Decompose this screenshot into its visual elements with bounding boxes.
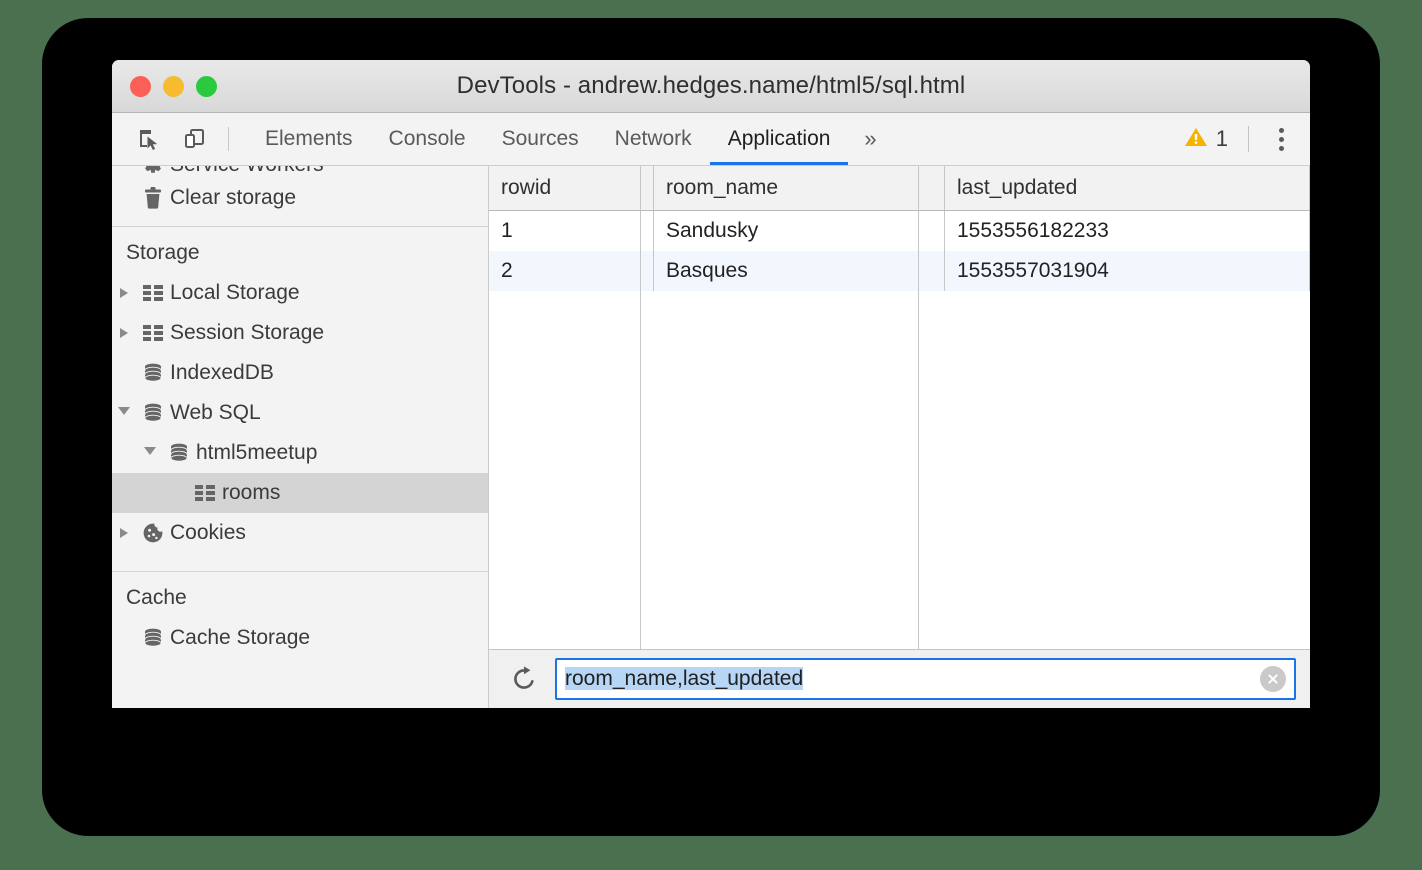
database-icon bbox=[136, 628, 170, 648]
sidebar-item-label: IndexedDB bbox=[170, 361, 274, 385]
trash-icon bbox=[136, 187, 170, 209]
sidebar-item-html5meetup[interactable]: html5meetup bbox=[112, 433, 488, 473]
clear-circle-icon[interactable] bbox=[1260, 666, 1286, 692]
cell-rowid: 1 bbox=[489, 211, 654, 252]
toolbar-divider bbox=[228, 127, 229, 151]
query-bar: room_name,last_updated bbox=[489, 649, 1310, 708]
sidebar-item-cookies[interactable]: Cookies bbox=[112, 513, 488, 553]
sidebar-item-clear-storage[interactable]: Clear storage bbox=[112, 178, 488, 218]
close-button[interactable] bbox=[130, 76, 151, 97]
sidebar-item-service-workers[interactable]: Service Workers bbox=[112, 166, 488, 178]
vertical-dots-menu-icon[interactable] bbox=[1269, 122, 1294, 157]
table-grid-icon bbox=[136, 285, 170, 301]
column-header-last-updated[interactable]: last_updated bbox=[945, 166, 1310, 211]
warning-status-badge[interactable]: 1 bbox=[1184, 126, 1228, 153]
chevron-down-icon[interactable] bbox=[112, 407, 136, 420]
database-icon bbox=[136, 363, 170, 383]
warning-count: 1 bbox=[1216, 126, 1228, 152]
column-header-rowid[interactable]: rowid bbox=[489, 166, 654, 211]
table-row[interactable]: 2 Basques 1553557031904 bbox=[489, 251, 1310, 291]
panel-tabs: Elements Console Sources Network Applica… bbox=[247, 113, 848, 165]
table-grid-icon bbox=[188, 485, 222, 501]
table-grid-icon bbox=[136, 325, 170, 341]
refresh-icon[interactable] bbox=[501, 665, 547, 693]
sidebar-item-session-storage[interactable]: Session Storage bbox=[112, 313, 488, 353]
sidebar-item-label: rooms bbox=[222, 481, 280, 505]
chevron-down-icon[interactable] bbox=[138, 447, 162, 460]
tab-network[interactable]: Network bbox=[597, 113, 710, 165]
sidebar-item-label: Session Storage bbox=[170, 321, 324, 345]
chevron-right-icon[interactable] bbox=[112, 288, 136, 298]
sidebar-item-label: Cookies bbox=[170, 521, 246, 545]
window-title: DevTools - andrew.hedges.name/html5/sql.… bbox=[112, 72, 1310, 100]
sidebar-item-label: Clear storage bbox=[170, 186, 296, 210]
cell-rowid: 2 bbox=[489, 251, 654, 291]
cell-room-name: Sandusky bbox=[654, 211, 945, 252]
sidebar-section-cache-title: Cache bbox=[112, 572, 488, 618]
sidebar-item-label: html5meetup bbox=[196, 441, 317, 465]
warning-triangle-icon bbox=[1184, 126, 1208, 153]
inspect-element-icon[interactable] bbox=[126, 113, 172, 165]
minimize-button[interactable] bbox=[163, 76, 184, 97]
devtools-toolbar: Elements Console Sources Network Applica… bbox=[112, 113, 1310, 166]
zoom-button[interactable] bbox=[196, 76, 217, 97]
query-input-wrapper[interactable]: room_name,last_updated bbox=[555, 658, 1296, 700]
sidebar-item-web-sql[interactable]: Web SQL bbox=[112, 393, 488, 433]
sidebar-item-local-storage[interactable]: Local Storage bbox=[112, 273, 488, 313]
device-toolbar-icon[interactable] bbox=[172, 113, 218, 165]
toolbar-right-group: 1 bbox=[1184, 113, 1310, 165]
database-icon bbox=[162, 443, 196, 463]
column-header-room-name[interactable]: room_name bbox=[654, 166, 945, 211]
application-sidebar[interactable]: Service Workers Clear storage Storage bbox=[112, 166, 489, 708]
sidebar-item-label: Web SQL bbox=[170, 401, 261, 425]
database-icon bbox=[136, 403, 170, 423]
window-titlebar: DevTools - andrew.hedges.name/html5/sql.… bbox=[112, 60, 1310, 113]
tab-application[interactable]: Application bbox=[710, 113, 849, 165]
sidebar-item-cache-storage[interactable]: Cache Storage bbox=[112, 618, 488, 658]
tab-elements[interactable]: Elements bbox=[247, 113, 371, 165]
sidebar-section-storage-title: Storage bbox=[112, 227, 488, 273]
application-panel: Service Workers Clear storage Storage bbox=[112, 166, 1310, 708]
cookie-icon bbox=[136, 522, 170, 544]
traffic-light-controls bbox=[130, 76, 217, 97]
query-input[interactable]: room_name,last_updated bbox=[565, 667, 1260, 691]
sidebar-item-indexeddb[interactable]: IndexedDB bbox=[112, 353, 488, 393]
chevron-right-icon[interactable] bbox=[112, 328, 136, 338]
table-row[interactable]: 1 Sandusky 1553556182233 bbox=[489, 211, 1310, 252]
data-grid-area: rowid room_name last_updated 1 Sandusky … bbox=[489, 166, 1310, 708]
cell-last-updated: 1553556182233 bbox=[945, 211, 1310, 252]
tab-console[interactable]: Console bbox=[371, 113, 484, 165]
sidebar-item-label: Service Workers bbox=[170, 166, 324, 177]
query-input-value: room_name,last_updated bbox=[565, 667, 803, 690]
chevron-right-icon[interactable] bbox=[112, 528, 136, 538]
data-grid[interactable]: rowid room_name last_updated 1 Sandusky … bbox=[489, 166, 1310, 649]
cell-last-updated: 1553557031904 bbox=[945, 251, 1310, 291]
gear-icon bbox=[136, 166, 170, 176]
more-tabs-chevron-icon[interactable]: » bbox=[848, 113, 892, 165]
tab-sources[interactable]: Sources bbox=[484, 113, 597, 165]
cell-room-name: Basques bbox=[654, 251, 945, 291]
table-header-row: rowid room_name last_updated bbox=[489, 166, 1310, 211]
toolbar-right-divider bbox=[1248, 126, 1249, 152]
rooms-table: rowid room_name last_updated 1 Sandusky … bbox=[489, 166, 1310, 291]
devtools-window: DevTools - andrew.hedges.name/html5/sql.… bbox=[112, 60, 1310, 708]
sidebar-item-rooms[interactable]: rooms bbox=[112, 473, 488, 513]
sidebar-item-label: Local Storage bbox=[170, 281, 300, 305]
sidebar-item-label: Cache Storage bbox=[170, 626, 310, 650]
